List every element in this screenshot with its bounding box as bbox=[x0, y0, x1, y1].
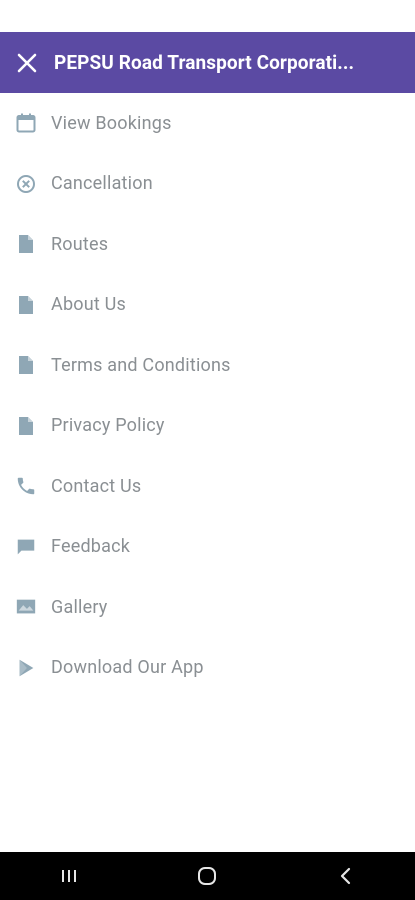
calendar-icon bbox=[14, 111, 38, 135]
menu-item-label: Download Our App bbox=[51, 657, 204, 679]
menu-item-download-our-app[interactable]: Download Our App bbox=[0, 638, 415, 699]
document-icon bbox=[14, 232, 38, 256]
menu-item-about-us[interactable]: About Us bbox=[0, 275, 415, 336]
menu-item-label: Gallery bbox=[51, 596, 108, 618]
menu-item-label: Feedback bbox=[51, 536, 131, 558]
drawer-title: PEPSU Road Transport Corporati... bbox=[54, 51, 355, 74]
menu-item-label: View Bookings bbox=[51, 112, 172, 134]
system-navigation-bar bbox=[0, 852, 415, 900]
status-bar-area bbox=[0, 0, 415, 32]
menu-item-label: Cancellation bbox=[51, 173, 153, 195]
menu-item-label: Terms and Conditions bbox=[51, 354, 231, 376]
chat-bubble-icon bbox=[14, 535, 38, 559]
close-icon bbox=[17, 53, 37, 72]
phone-icon bbox=[14, 474, 38, 498]
menu-item-terms-and-conditions[interactable]: Terms and Conditions bbox=[0, 335, 415, 396]
close-drawer-button[interactable] bbox=[0, 32, 54, 93]
menu-item-feedback[interactable]: Feedback bbox=[0, 517, 415, 578]
menu-item-privacy-policy[interactable]: Privacy Policy bbox=[0, 396, 415, 457]
menu-item-contact-us[interactable]: Contact Us bbox=[0, 456, 415, 517]
menu-item-gallery[interactable]: Gallery bbox=[0, 577, 415, 638]
play-store-icon bbox=[14, 656, 38, 680]
image-icon bbox=[14, 595, 38, 619]
menu-item-view-bookings[interactable]: View Bookings bbox=[0, 93, 415, 154]
back-button[interactable] bbox=[316, 852, 376, 900]
document-icon bbox=[14, 353, 38, 377]
menu-item-label: Privacy Policy bbox=[51, 415, 165, 437]
menu-item-label: Routes bbox=[51, 233, 109, 255]
recent-apps-button[interactable] bbox=[39, 852, 99, 900]
drawer-header: PEPSU Road Transport Corporati... bbox=[0, 32, 415, 93]
home-button[interactable] bbox=[177, 852, 237, 900]
document-icon bbox=[14, 414, 38, 438]
home-icon bbox=[198, 867, 217, 885]
drawer-menu: View Bookings Cancellation Routes About … bbox=[0, 93, 415, 698]
back-icon bbox=[340, 867, 350, 885]
menu-item-label: About Us bbox=[51, 294, 126, 316]
menu-item-routes[interactable]: Routes bbox=[0, 214, 415, 275]
recent-apps-icon bbox=[62, 870, 77, 882]
document-icon bbox=[14, 293, 38, 317]
menu-item-label: Contact Us bbox=[51, 475, 142, 497]
cancel-circle-icon bbox=[14, 172, 38, 196]
menu-item-cancellation[interactable]: Cancellation bbox=[0, 154, 415, 215]
